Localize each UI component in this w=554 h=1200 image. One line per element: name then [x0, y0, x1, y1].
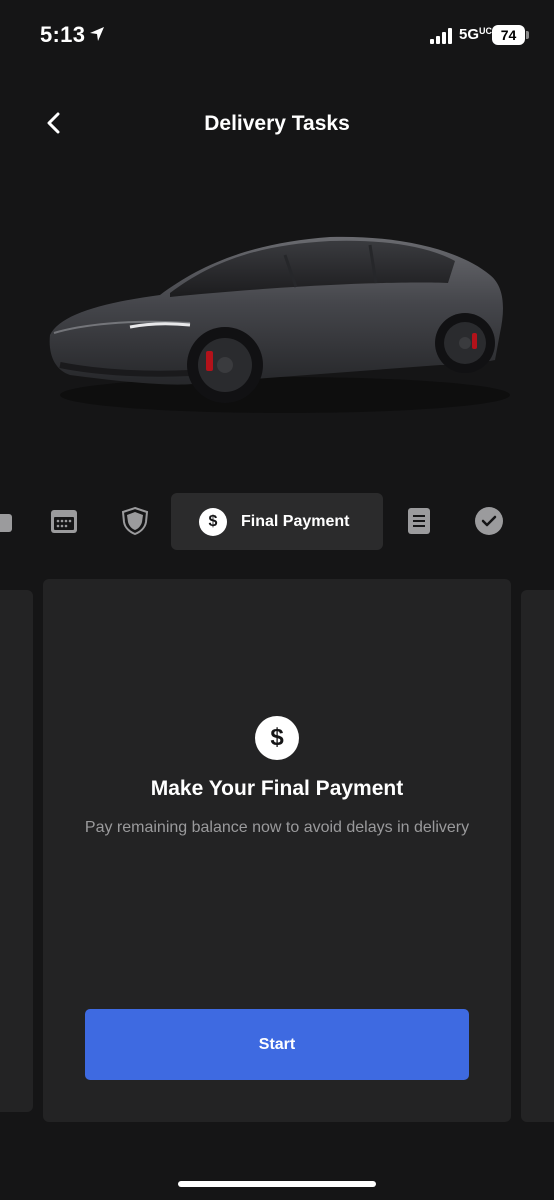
- dollar-icon: $: [199, 507, 227, 536]
- signal-bars-icon: [430, 28, 452, 44]
- checkmark-icon: [475, 507, 503, 535]
- battery-tip: [526, 31, 529, 39]
- tab-final-payment-label: Final Payment: [241, 512, 350, 530]
- previous-task-card[interactable]: [0, 590, 33, 1112]
- calendar-icon: [51, 510, 77, 533]
- card-title: Make Your Final Payment: [150, 777, 404, 800]
- page-title: Delivery Tasks: [204, 112, 350, 135]
- tab-gift[interactable]: [0, 506, 16, 536]
- location-arrow-icon: [90, 27, 104, 41]
- status-time: 5:13: [40, 22, 86, 47]
- card-description: Pay remaining balance now to avoid delay…: [84, 819, 470, 836]
- car-image: [49, 236, 510, 413]
- dollar-icon: $: [255, 716, 299, 760]
- battery-indicator: 74: [492, 25, 525, 45]
- next-task-card[interactable]: [521, 590, 554, 1122]
- network-indicator: 5GUC: [459, 26, 492, 43]
- tab-calendar[interactable]: [49, 506, 79, 536]
- document-icon: [408, 508, 430, 534]
- tab-protection[interactable]: [120, 506, 150, 536]
- tab-final-payment[interactable]: $ Final Payment: [171, 493, 383, 550]
- task-tabs: $ Final Payment: [0, 492, 554, 550]
- shield-icon: [121, 506, 149, 536]
- start-button[interactable]: Start: [85, 1009, 469, 1080]
- gift-icon: [0, 514, 12, 532]
- tab-documents[interactable]: [404, 506, 434, 536]
- network-subtype: UC: [479, 26, 493, 36]
- network-type: 5G: [459, 26, 480, 43]
- home-indicator[interactable]: [178, 1181, 376, 1187]
- tab-complete[interactable]: [474, 506, 504, 536]
